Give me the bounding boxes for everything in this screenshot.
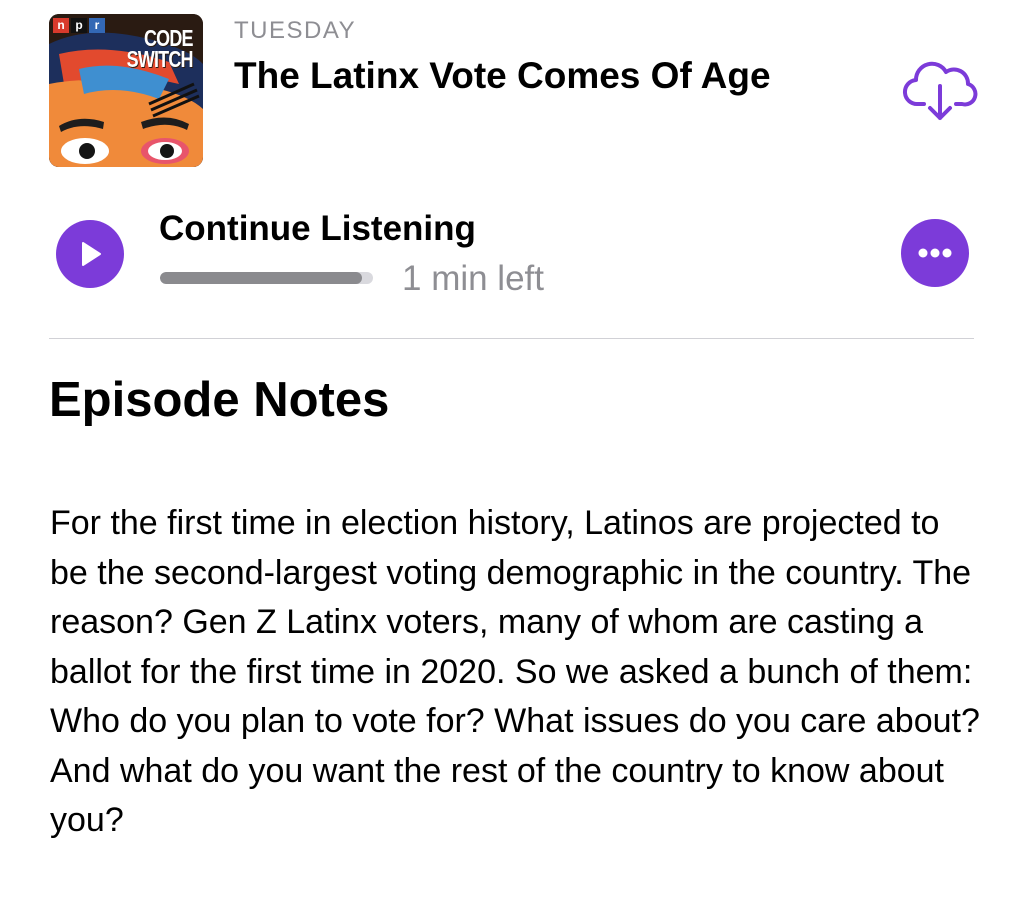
- episode-title: The Latinx Vote Comes Of Age: [234, 55, 771, 96]
- playback-progress-bar[interactable]: [160, 272, 373, 284]
- playback-progress-fill: [160, 272, 363, 284]
- episode-date: TUESDAY: [234, 17, 357, 44]
- time-remaining: 1 min left: [402, 259, 544, 298]
- play-icon: [82, 242, 101, 266]
- podcast-artwork[interactable]: n p r CODE SWITCH: [49, 14, 203, 167]
- episode-notes-heading: Episode Notes: [49, 373, 390, 427]
- more-options-button[interactable]: [901, 219, 969, 287]
- episode-notes-body: For the first time in election history, …: [50, 504, 980, 839]
- show-logo-line-2: SWITCH: [126, 46, 194, 73]
- ellipsis-icon: [918, 248, 952, 258]
- continue-listening-label: Continue Listening: [159, 209, 476, 248]
- download-button[interactable]: [902, 60, 978, 124]
- show-logo: CODE SWITCH: [126, 26, 194, 73]
- npr-logo-r: r: [89, 18, 105, 33]
- npr-logo: n p r: [53, 18, 105, 33]
- play-button[interactable]: [56, 220, 124, 288]
- cloud-download-icon: [903, 61, 978, 120]
- npr-logo-n: n: [53, 18, 69, 33]
- section-divider: [49, 338, 974, 339]
- npr-logo-p: p: [71, 18, 87, 33]
